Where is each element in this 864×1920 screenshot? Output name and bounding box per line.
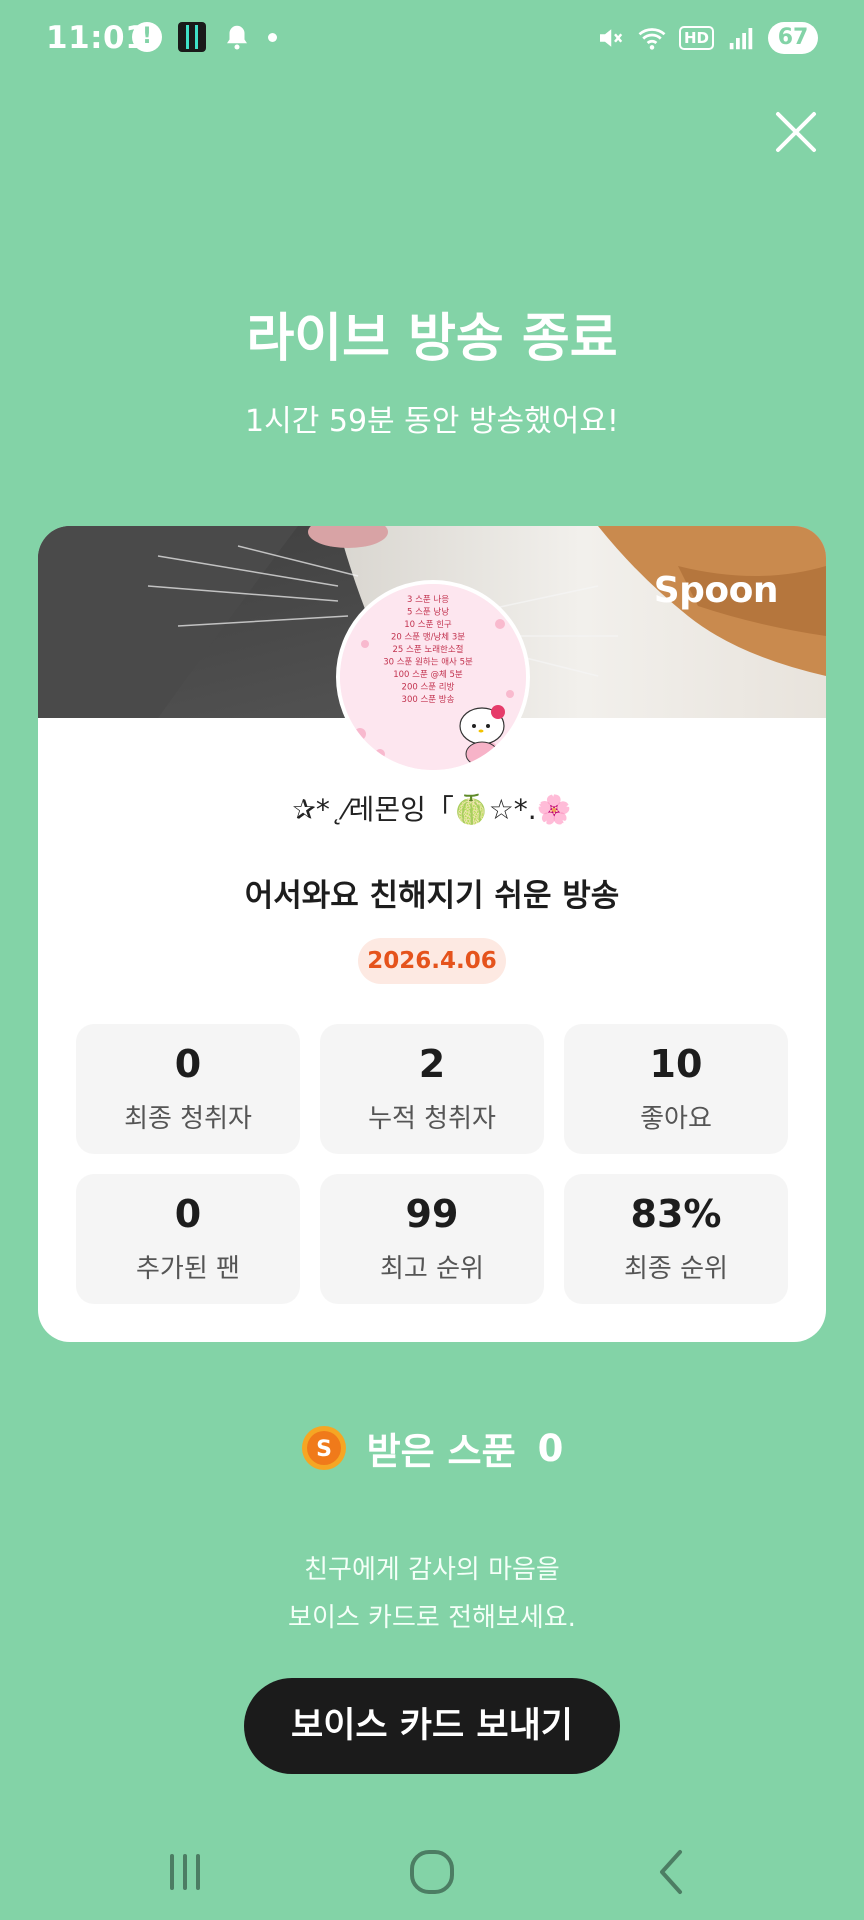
stat-value: 0: [174, 1192, 202, 1236]
dot-icon: [268, 32, 277, 42]
alert-icon: !: [132, 22, 162, 52]
dj-nickname: ✰*˛⁄레몬잉「🍈☆*.🌸: [292, 793, 572, 826]
stat-likes: 10 좋아요: [564, 1024, 788, 1154]
svg-text:S: S: [316, 1437, 332, 1462]
page-title: 라이브 방송 종료: [246, 309, 618, 369]
bell-icon: [227, 25, 247, 50]
home-icon[interactable]: [397, 1836, 467, 1906]
stat-label: 좋아요: [640, 1104, 712, 1134]
avatar-menu-line: 30 스푼 원하는 애사 5분: [383, 657, 473, 668]
avatar-menu-line: 20 스푼 맹/낭체 3분: [391, 632, 465, 643]
stat-value: 99: [405, 1192, 459, 1236]
mute-icon: [599, 29, 623, 47]
avatar-image: 3 스푼 나응 5 스푼 낭낭10 스푼 힌구 20 스푼 맹/낭체 3분 25 스푼…: [340, 584, 526, 770]
stat-best-rank: 99 최고 순위: [320, 1174, 544, 1304]
wifi-icon: [638, 28, 666, 50]
avatar-menu-line: 10 스푼 힌구: [404, 619, 452, 630]
avatar-menu-line: 200 스푼 리방: [402, 682, 455, 693]
avatar: 3 스푼 나응 5 스푼 낭낭 10 스푼 힌구 20 스푼 맹/낭체 3분 25 스푼…: [336, 580, 530, 774]
stats-grid: 0 최종 청취자 2 누적 청취자 10 좋아요 0 추가된 팬 99 최고 순…: [76, 1024, 788, 1304]
stat-label: 최고 순위: [380, 1254, 484, 1284]
broadcast-title: 어서와요 친해지기 쉬운 방송: [244, 878, 620, 914]
avatar-menu-line: 3 스푼 나응: [407, 595, 449, 605]
spoons-label: 받은 스푼: [366, 1430, 516, 1473]
app-icon: [178, 22, 206, 52]
stat-final-rank: 83% 최종 순위: [564, 1174, 788, 1304]
stat-total-listeners: 2 누적 청취자: [320, 1024, 544, 1154]
stat-final-listeners: 0 최종 청취자: [76, 1024, 300, 1154]
thanks-message-line1: 친구에게 감사의 마음을: [304, 1555, 560, 1585]
stat-label: 누적 청취자: [368, 1104, 496, 1134]
stat-new-fans: 0 추가된 팬: [76, 1174, 300, 1304]
stat-label: 최종 순위: [624, 1254, 728, 1284]
stat-value: 83%: [630, 1192, 722, 1236]
spoon-coin-icon: S: [301, 1426, 346, 1470]
date-badge: 2026.4.06: [358, 938, 506, 984]
stat-label: 추가된 팬: [136, 1254, 240, 1284]
broadcast-duration: 1시간 59분 동안 방송했어요!: [245, 404, 619, 439]
recents-icon[interactable]: [150, 1836, 220, 1906]
avatar-menu-line: 100 스푼 @체 5분: [393, 669, 463, 680]
avatar-menu-line: 300 스푼 방송: [402, 694, 455, 705]
status-left-icons: !: [132, 22, 277, 52]
close-icon[interactable]: [772, 108, 820, 156]
spoons-count: 0: [537, 1426, 564, 1470]
hd-icon: HD: [678, 26, 714, 50]
stat-value: 2: [418, 1042, 446, 1086]
stat-value: 0: [174, 1042, 202, 1086]
spoon-logo: Spoon: [653, 570, 779, 611]
avatar-menu-line: 5 스푼 낭낭: [407, 607, 449, 618]
system-nav-bar: [0, 1820, 864, 1920]
status-bar: 11:01 ! HD 67: [0, 0, 864, 84]
stat-label: 최종 청취자: [124, 1104, 252, 1134]
thanks-message-line2: 보이스 카드로 전해보세요.: [288, 1603, 576, 1633]
signal-icon: [729, 28, 753, 50]
stat-value: 10: [649, 1042, 703, 1086]
status-right-icons: HD 67: [595, 22, 818, 54]
broadcast-summary-card: Spoon 3 스푼 나응 5 스푼 낭낭 10 스푼 힌구 20 스푼 맹/낭체 3…: [38, 526, 826, 1342]
send-voice-card-button[interactable]: 보이스 카드 보내기: [244, 1678, 620, 1774]
battery-icon: 67: [768, 22, 818, 54]
avatar-menu-line: 25 스푼 노래한소절: [393, 645, 464, 655]
thanks-message: 친구에게 감사의 마음을 보이스 카드로 전해보세요.: [0, 1546, 864, 1642]
received-spoons: S 받은 스푼 0: [0, 1422, 864, 1474]
back-icon[interactable]: [636, 1836, 706, 1906]
